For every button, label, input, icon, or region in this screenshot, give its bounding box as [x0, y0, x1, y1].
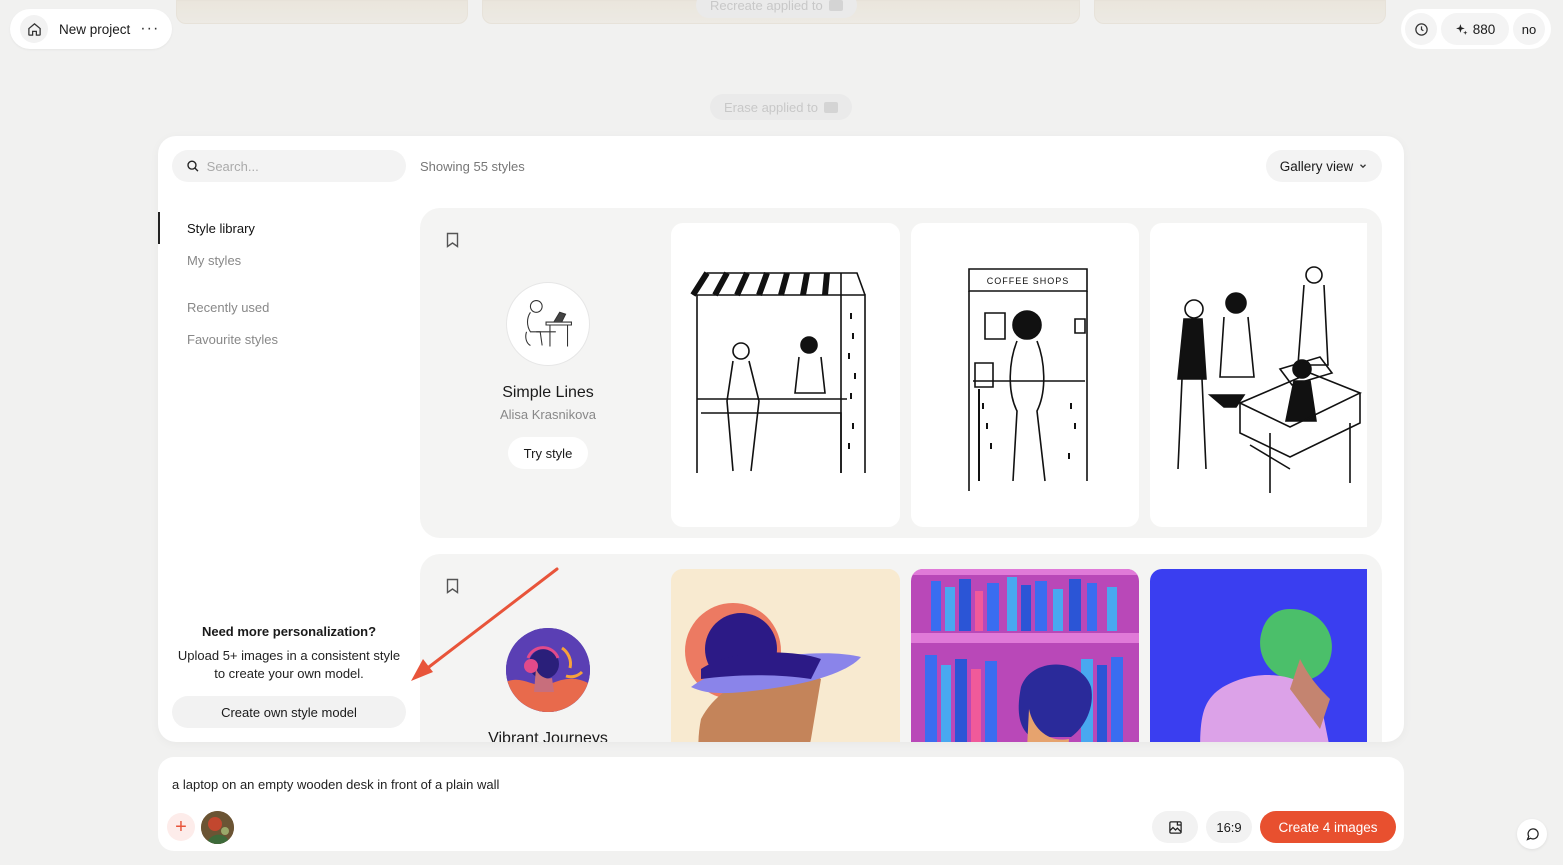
sidebar-item-favourite-styles[interactable]: Favourite styles: [158, 323, 406, 355]
home-icon: [27, 22, 41, 36]
style-sidebar: Style library My styles Recently used Fa…: [158, 212, 406, 355]
image-reference-button[interactable]: [1152, 811, 1198, 843]
canvas-image-ghost: [176, 0, 468, 24]
promo-text: Upload 5+ images in a consistent style t…: [177, 648, 401, 681]
aspect-ratio-button[interactable]: 16:9: [1206, 811, 1252, 843]
more-button[interactable]: ···: [140, 21, 159, 37]
try-style-button[interactable]: Try style: [508, 437, 588, 469]
plus-icon: +: [175, 815, 187, 838]
project-header: New project ···: [10, 9, 172, 49]
svg-text:COFFEE SHOPS: COFFEE SHOPS: [987, 276, 1070, 286]
search-input[interactable]: [206, 158, 392, 174]
canvas-status-pill: Recreate applied to: [696, 0, 857, 18]
style-search[interactable]: [172, 150, 406, 182]
style-avatar: [506, 282, 590, 366]
top-right-toolbar: 880 no: [1401, 9, 1551, 49]
canvas-image-ghost: [1094, 0, 1386, 24]
prompt-bar: a laptop on an empty wooden desk in fron…: [158, 757, 1404, 851]
style-avatar: [506, 628, 590, 712]
history-icon: [1414, 22, 1428, 36]
canvas-status-pill: Erase applied to: [710, 94, 852, 120]
styles-count: Showing 55 styles: [420, 159, 525, 174]
style-example-image: [671, 223, 900, 527]
add-button[interactable]: +: [167, 813, 195, 841]
home-button[interactable]: [20, 15, 48, 43]
prompt-actions: 16:9 Create 4 images: [1152, 811, 1396, 843]
style-example-image: COFFEE SHOPS: [911, 223, 1139, 527]
style-name: Vibrant Journeys: [488, 730, 608, 742]
view-mode-dropdown[interactable]: Gallery view: [1266, 150, 1382, 182]
canvas-status-text: Erase applied to: [724, 99, 818, 115]
chat-icon: [1525, 827, 1539, 841]
style-example-image: [1150, 223, 1367, 527]
chevron-down-icon: [1360, 164, 1367, 169]
user-avatar-button[interactable]: no: [1513, 13, 1545, 45]
sparkle-icon: [1455, 23, 1468, 35]
sidebar-item-recently-used[interactable]: Recently used: [158, 291, 406, 323]
chat-button[interactable]: [1517, 819, 1547, 849]
style-author: Alisa Krasnikova: [499, 407, 597, 422]
style-example-image: [671, 569, 900, 742]
style-library-panel: Showing 55 styles Gallery view Style lib…: [158, 136, 1404, 742]
image-reference-icon: [1168, 820, 1182, 834]
sidebar-item-my-styles[interactable]: My styles: [158, 244, 406, 276]
search-icon: [187, 160, 199, 172]
project-name[interactable]: New project: [59, 22, 130, 37]
style-card[interactable]: Simple Lines Alisa Krasnikova Try style …: [420, 208, 1382, 538]
personalization-promo: Need more personalization? Upload 5+ ima…: [172, 624, 406, 728]
history-button[interactable]: [1405, 13, 1437, 45]
sidebar-item-style-library[interactable]: Style library: [158, 212, 406, 244]
credits-count: 880: [1472, 21, 1496, 37]
reference-image-thumbnail[interactable]: [201, 811, 234, 844]
create-style-model-button[interactable]: Create own style model: [172, 696, 406, 728]
style-example-image: [911, 569, 1139, 742]
view-mode-label: Gallery view: [1279, 158, 1354, 174]
image-thumb-icon: [823, 101, 838, 113]
style-example-image: [1150, 569, 1367, 742]
promo-title: Need more personalization?: [201, 624, 377, 639]
style-name: Simple Lines: [502, 384, 594, 401]
credits-button[interactable]: 880: [1441, 13, 1509, 45]
image-thumb-icon: [828, 0, 843, 11]
prompt-input[interactable]: a laptop on an empty wooden desk in fron…: [172, 777, 499, 792]
canvas-status-text: Recreate applied to: [710, 0, 823, 13]
create-images-button[interactable]: Create 4 images: [1260, 811, 1396, 843]
style-card[interactable]: Vibrant Journeys: [420, 554, 1382, 742]
